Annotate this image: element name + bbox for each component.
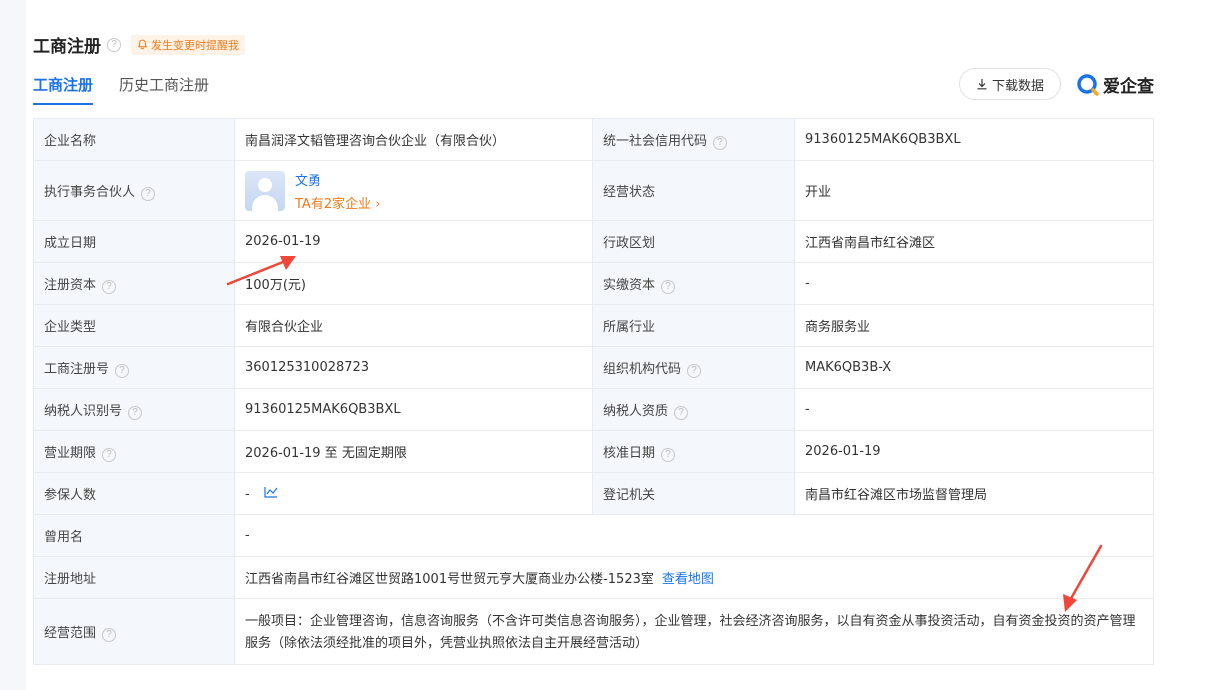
help-icon[interactable]: ? (661, 447, 676, 462)
paid-capital-label: 实缴资本 (603, 277, 656, 293)
term-value: 2026-01-19 至 无固定期限 (234, 430, 593, 473)
company-name-label: 企业名称 (33, 118, 235, 161)
table-row: 工商注册号? 360125310028723 组织机构代码? MAK6QB3B-… (33, 346, 1154, 389)
org-code-value: MAK6QB3B-X (794, 346, 1154, 389)
taxpayer-qual-label: 纳税人资质 (603, 403, 669, 419)
reg-number-label: 工商注册号 (44, 361, 110, 377)
approval-date-value: 2026-01-19 (794, 430, 1154, 473)
approval-date-label: 核准日期 (603, 445, 656, 461)
partner-label-cell: 执行事务合伙人? (33, 160, 235, 221)
download-icon (977, 79, 987, 90)
credit-code-label-cell: 统一社会信用代码? (592, 118, 795, 161)
help-icon[interactable]: ? (687, 363, 702, 378)
company-name-value: 南昌润泽文韬管理咨询合伙企业（有限合伙） (234, 118, 593, 161)
table-row: 成立日期 2026-01-19 行政区划 江西省南昌市红谷滩区 (33, 220, 1154, 263)
taxpayer-id-label-cell: 纳税人识别号? (33, 388, 235, 431)
registration-table: 企业名称 南昌润泽文韬管理咨询合伙企业（有限合伙） 统一社会信用代码? 9136… (33, 118, 1154, 665)
authority-value: 南昌市红谷滩区市场监督管理局 (794, 472, 1154, 515)
tab-history-registration[interactable]: 历史工商注册 (119, 74, 209, 105)
founded-value: 2026-01-19 (234, 220, 593, 263)
tab-bar: 工商注册 历史工商注册 (33, 74, 209, 105)
reg-capital-label: 注册资本 (44, 277, 97, 293)
term-label: 营业期限 (44, 445, 97, 461)
former-name-label: 曾用名 (33, 514, 235, 557)
address-cell: 江西省南昌市红谷滩区世贸路1001号世贸元亨大厦商业办公楼-1523室 查看地图 (234, 556, 1154, 599)
taxpayer-qual-label-cell: 纳税人资质? (592, 388, 795, 431)
reg-capital-value: 100万(元) (234, 262, 593, 305)
table-row: 注册地址 江西省南昌市红谷滩区世贸路1001号世贸元亨大厦商业办公楼-1523室… (33, 556, 1154, 599)
partner-cell: 文勇 TA有2家企业 › (234, 160, 593, 221)
taxpayer-id-label: 纳税人识别号 (44, 403, 123, 419)
status-label: 经营状态 (592, 160, 795, 221)
partner-name-link[interactable]: 文勇 (295, 170, 380, 189)
brand-name: 爱企查 (1103, 77, 1154, 97)
company-type-label: 企业类型 (33, 304, 235, 347)
help-icon[interactable]: ? (102, 279, 117, 294)
industry-label: 所属行业 (592, 304, 795, 347)
table-row: 纳税人识别号? 91360125MAK6QB3BXL 纳税人资质? - (33, 388, 1154, 431)
scope-label: 经营范围 (44, 625, 97, 641)
help-icon[interactable]: ? (128, 405, 143, 420)
avatar[interactable] (245, 170, 285, 211)
help-icon[interactable]: ? (107, 37, 121, 52)
table-row: 经营范围? 一般项目：企业管理咨询，信息咨询服务（不含许可类信息咨询服务），企业… (33, 598, 1154, 665)
region-value: 江西省南昌市红谷滩区 (794, 220, 1154, 263)
insured-cell: - (234, 472, 593, 515)
help-icon[interactable]: ? (115, 363, 130, 378)
reg-number-value: 360125310028723 (234, 346, 593, 389)
insured-label: 参保人数 (33, 472, 235, 515)
credit-code-label: 统一社会信用代码 (603, 133, 708, 149)
table-row: 营业期限? 2026-01-19 至 无固定期限 核准日期? 2026-01-1… (33, 430, 1154, 473)
term-label-cell: 营业期限? (33, 430, 235, 473)
tab-business-registration[interactable]: 工商注册 (33, 74, 94, 105)
search-logo-icon (1077, 73, 1099, 96)
help-icon[interactable]: ? (102, 447, 117, 462)
industry-value: 商务服务业 (794, 304, 1154, 347)
address-value: 江西省南昌市红谷滩区世贸路1001号世贸元亨大厦商业办公楼-1523室 (245, 572, 654, 587)
founded-label: 成立日期 (33, 220, 235, 263)
authority-label: 登记机关 (592, 472, 795, 515)
table-row: 企业类型 有限合伙企业 所属行业 商务服务业 (33, 304, 1154, 347)
change-remind-button[interactable]: 发生变更时提醒我 (131, 34, 245, 55)
section-title: 工商注册 (33, 37, 101, 57)
trend-chart-icon[interactable] (260, 486, 278, 502)
table-row: 曾用名 - (33, 514, 1154, 557)
help-icon[interactable]: ? (674, 405, 689, 420)
help-icon[interactable]: ? (661, 279, 676, 294)
approval-date-label-cell: 核准日期? (592, 430, 795, 473)
credit-code-value: 91360125MAK6QB3BXL (794, 118, 1154, 161)
table-row: 企业名称 南昌润泽文韬管理咨询合伙企业（有限合伙） 统一社会信用代码? 9136… (33, 118, 1154, 161)
former-name-value: - (234, 514, 1154, 557)
table-row: 参保人数 - 登记机关 南昌市红谷滩区市场监督管理局 (33, 472, 1154, 515)
taxpayer-qual-value: - (794, 388, 1154, 431)
brand-logo: 爱企查 (1076, 72, 1154, 97)
partner-label: 执行事务合伙人 (44, 184, 136, 200)
reg-capital-label-cell: 注册资本? (33, 262, 235, 305)
bell-icon (137, 39, 148, 50)
scope-label-cell: 经营范围? (33, 598, 235, 665)
org-code-label: 组织机构代码 (603, 361, 682, 377)
help-icon[interactable]: ? (141, 186, 156, 201)
status-value: 开业 (794, 160, 1154, 221)
insured-value: - (245, 486, 250, 502)
section-header: 工商注册 ? 发生变更时提醒我 (33, 32, 245, 57)
help-icon[interactable]: ? (102, 627, 117, 642)
help-icon[interactable]: ? (713, 135, 728, 150)
table-row: 执行事务合伙人? 文勇 TA有2家企业 › 经营状态 开业 (33, 160, 1154, 221)
region-label: 行政区划 (592, 220, 795, 263)
address-label: 注册地址 (33, 556, 235, 599)
paid-capital-label-cell: 实缴资本? (592, 262, 795, 305)
reg-number-label-cell: 工商注册号? (33, 346, 235, 389)
scope-value: 一般项目：企业管理咨询，信息咨询服务（不含许可类信息咨询服务），企业管理，社会经… (234, 598, 1154, 665)
table-row: 注册资本? 100万(元) 实缴资本? - (33, 262, 1154, 305)
company-type-value: 有限合伙企业 (234, 304, 593, 347)
org-code-label-cell: 组织机构代码? (592, 346, 795, 389)
taxpayer-id-value: 91360125MAK6QB3BXL (234, 388, 593, 431)
partner-companies-link[interactable]: TA有2家企业 › (295, 193, 380, 212)
download-label: 下载数据 (991, 78, 1044, 94)
download-data-button[interactable]: 下载数据 (959, 68, 1061, 100)
paid-capital-value: - (794, 262, 1154, 305)
remind-label: 发生变更时提醒我 (151, 38, 239, 52)
view-map-link[interactable]: 查看地图 (662, 572, 714, 587)
